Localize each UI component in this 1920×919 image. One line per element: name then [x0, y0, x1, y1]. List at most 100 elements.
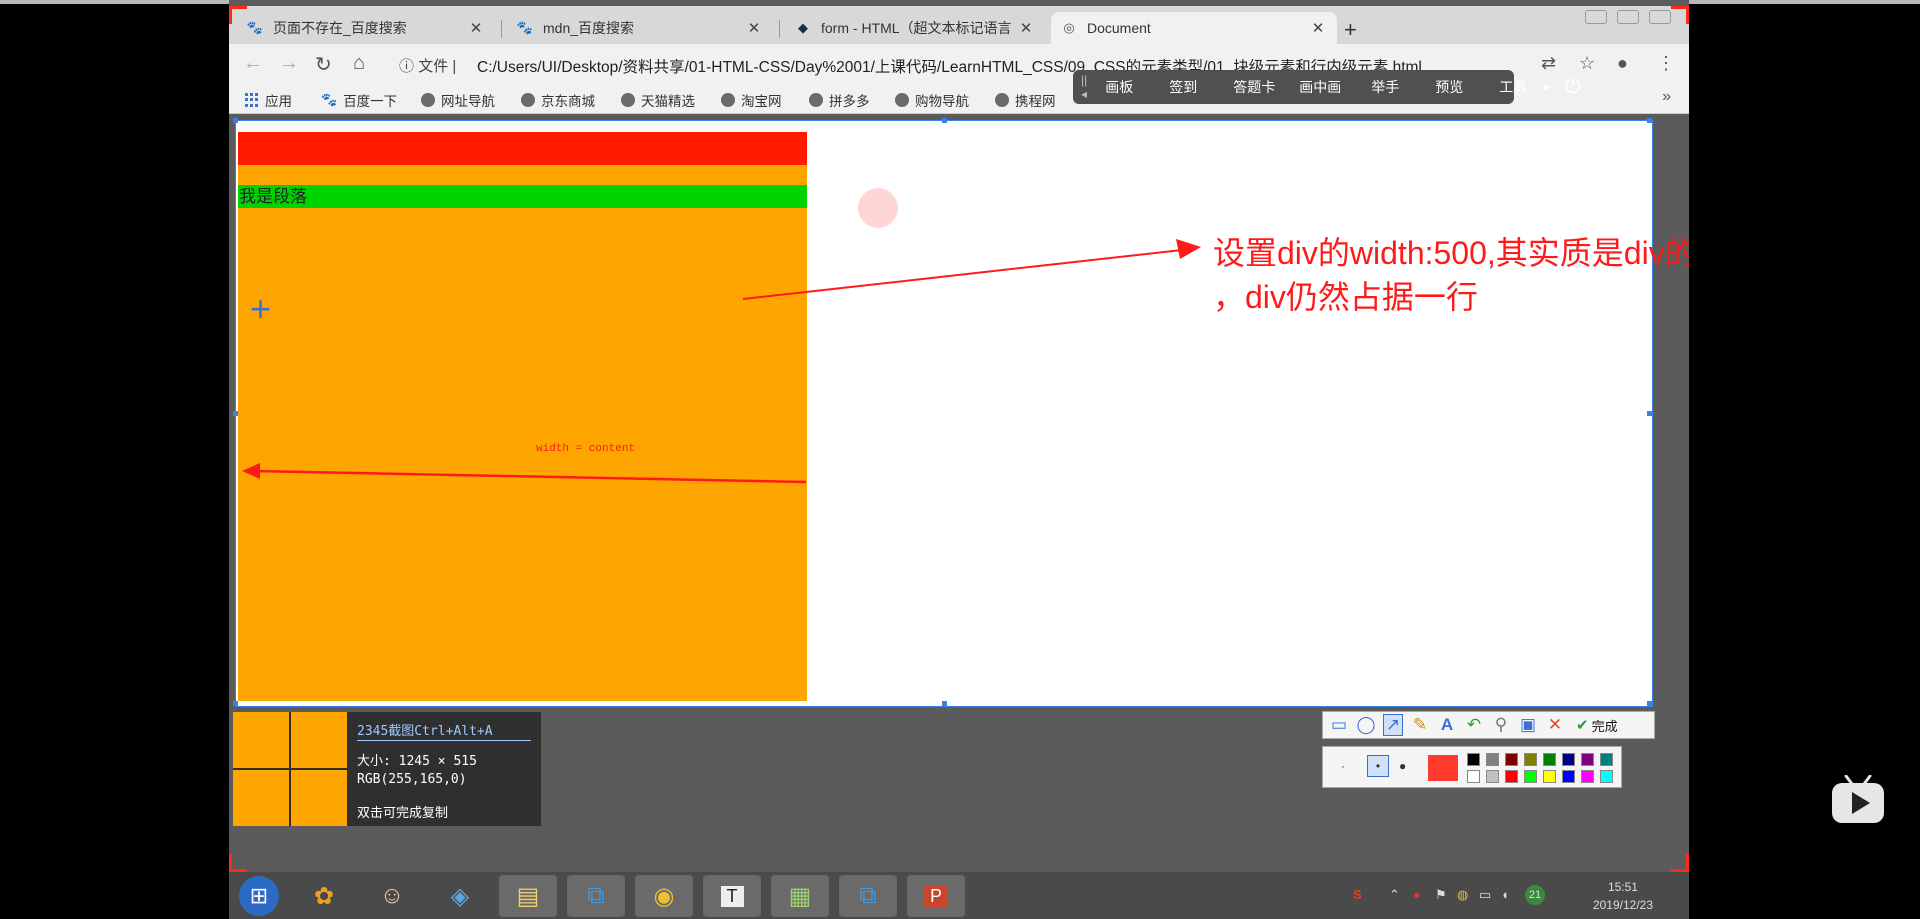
bookmark-shopnav[interactable]: 购物导航 — [895, 90, 969, 110]
cancel-icon[interactable]: ✕ — [1545, 715, 1565, 735]
color-swatch[interactable] — [1524, 753, 1537, 766]
color-swatch[interactable] — [1600, 753, 1613, 766]
bookmark-nav[interactable]: 网址导航 — [421, 90, 495, 110]
color-swatch[interactable] — [1581, 770, 1594, 783]
color-swatch[interactable] — [1505, 753, 1518, 766]
power-icon[interactable]: ⏻ — [1565, 76, 1581, 99]
taskbar-app-typora[interactable]: T — [703, 875, 761, 917]
taskbar-app-chrome[interactable]: ◉ — [635, 875, 693, 917]
bookmark-ctrip[interactable]: 携程网 — [995, 90, 1056, 110]
video-player-icon[interactable] — [1830, 775, 1886, 825]
drag-handle-icon[interactable]: ||◂ — [1081, 73, 1087, 101]
tab-document[interactable]: ◎ Document ✕ — [1051, 12, 1337, 44]
play-icon[interactable]: ► — [1541, 80, 1553, 94]
color-swatch[interactable] — [1562, 753, 1575, 766]
floatbar-item[interactable]: 答题卡 — [1233, 77, 1275, 97]
tab-baidu-404[interactable]: 🐾 页面不存在_百度搜索 ✕ — [237, 12, 495, 44]
floatbar-item[interactable]: 签到 — [1169, 77, 1197, 97]
clock[interactable]: 15:51 2019/12/23 — [1593, 878, 1653, 914]
notification-badge[interactable]: 21 — [1525, 885, 1545, 905]
minimize-icon[interactable] — [1585, 10, 1607, 24]
color-swatch[interactable] — [1581, 753, 1594, 766]
bookmark-tmall[interactable]: 天猫精选 — [621, 90, 695, 110]
floatbar-item[interactable]: 画板 — [1105, 77, 1133, 97]
close-icon[interactable]: ✕ — [745, 19, 763, 37]
volume-icon[interactable]: ◖ — [1501, 887, 1509, 902]
tab-mdn-form[interactable]: ◆ form - HTML（超文本标记语言 ✕ — [785, 12, 1045, 44]
pin-icon[interactable]: ⚲ — [1491, 715, 1511, 735]
resize-handle[interactable] — [233, 411, 238, 416]
security-icon[interactable]: ◍ — [1457, 887, 1468, 903]
taskbar-app-virtualbox[interactable]: ◈ — [431, 875, 489, 917]
taskbar-app-notepad[interactable]: ▦ — [771, 875, 829, 917]
color-swatch[interactable] — [1543, 753, 1556, 766]
floatbar-item[interactable]: 预览 — [1435, 77, 1463, 97]
resize-handle[interactable] — [1647, 701, 1652, 706]
ellipse-icon[interactable]: ◯ — [1356, 715, 1376, 735]
flag-icon[interactable]: ⚑ — [1435, 887, 1447, 903]
taskbar-app-2345[interactable]: ✿ — [295, 875, 353, 917]
color-swatch[interactable] — [1486, 770, 1499, 783]
ime-icon[interactable]: S — [1353, 887, 1362, 902]
bookmark-apps[interactable]: 应用 — [245, 90, 292, 110]
taskbar-app-vscode[interactable]: ⧉ — [567, 875, 625, 917]
account-icon[interactable]: ● — [1617, 53, 1628, 74]
current-color[interactable] — [1428, 755, 1458, 781]
resize-handle[interactable] — [233, 701, 238, 706]
color-swatch[interactable] — [1543, 770, 1556, 783]
star-icon[interactable]: ☆ — [1579, 53, 1595, 74]
bookmark-baidu[interactable]: 🐾 百度一下 — [321, 90, 397, 110]
color-swatch[interactable] — [1505, 770, 1518, 783]
reload-icon[interactable]: ↻ — [315, 52, 332, 77]
done-button[interactable]: ✔ 完成 — [1576, 716, 1618, 735]
text-icon[interactable]: A — [1437, 715, 1457, 735]
bookmark-jd[interactable]: 京东商城 — [521, 90, 595, 110]
save-icon[interactable]: ▣ — [1518, 715, 1538, 735]
color-swatch[interactable] — [1562, 770, 1575, 783]
start-button[interactable]: ⊞ — [239, 876, 279, 916]
color-swatch[interactable] — [1467, 770, 1480, 783]
arrow-icon[interactable]: ↗ — [1383, 714, 1403, 736]
size-large[interactable]: ● — [1399, 759, 1406, 773]
bookmark-taobao[interactable]: 淘宝网 — [721, 90, 782, 110]
home-icon[interactable]: ⌂ — [353, 52, 365, 75]
close-icon[interactable]: ✕ — [1017, 19, 1035, 37]
menu-icon[interactable]: ⋮ — [1657, 53, 1675, 74]
undo-icon[interactable]: ↶ — [1464, 715, 1484, 735]
bookmark-pdd[interactable]: 拼多多 — [809, 90, 870, 110]
floatbar-item[interactable]: 画中画 — [1299, 77, 1341, 97]
tab-mdn-search[interactable]: 🐾 mdn_百度搜索 ✕ — [507, 12, 773, 44]
site-info[interactable]: ⓘ 文件 | — [399, 55, 456, 76]
close-icon[interactable]: ✕ — [1309, 19, 1327, 37]
tray-expand-icon[interactable]: ⌃ — [1389, 887, 1400, 903]
resize-handle[interactable] — [942, 118, 947, 123]
color-swatch[interactable] — [1600, 770, 1613, 783]
back-icon[interactable]: ← — [243, 52, 263, 75]
taskbar-app-vscode-2[interactable]: ⧉ — [839, 875, 897, 917]
color-swatch[interactable] — [1524, 770, 1537, 783]
forward-icon[interactable]: → — [279, 52, 299, 75]
color-swatch[interactable] — [1467, 753, 1480, 766]
size-medium[interactable]: • — [1367, 755, 1389, 777]
record-icon[interactable]: ● — [1413, 887, 1421, 902]
taskbar-app-avatar[interactable]: ☺ — [363, 875, 421, 917]
new-tab-button[interactable]: + — [1344, 17, 1357, 43]
close-window-icon[interactable] — [1649, 10, 1671, 24]
color-swatch[interactable] — [1486, 753, 1499, 766]
network-icon[interactable]: ▭ — [1479, 887, 1491, 903]
resize-handle[interactable] — [942, 701, 947, 706]
more-bookmarks-icon[interactable]: » — [1662, 88, 1671, 106]
resize-handle[interactable] — [1647, 411, 1652, 416]
brush-icon[interactable]: ✎ — [1410, 715, 1430, 735]
resize-handle[interactable] — [233, 118, 238, 123]
resize-handle[interactable] — [1647, 118, 1652, 123]
close-icon[interactable]: ✕ — [467, 19, 485, 37]
taskbar-app-explorer[interactable]: ▤ — [499, 875, 557, 917]
maximize-icon[interactable] — [1617, 10, 1639, 24]
taskbar-app-powerpoint[interactable]: P — [907, 875, 965, 917]
translate-icon[interactable]: ⇄ — [1541, 53, 1556, 74]
size-small[interactable]: · — [1341, 759, 1345, 773]
rectangle-icon[interactable]: ▭ — [1329, 715, 1349, 735]
floatbar-item[interactable]: 工具 — [1499, 77, 1527, 97]
floatbar-item[interactable]: 举手 — [1371, 77, 1399, 97]
